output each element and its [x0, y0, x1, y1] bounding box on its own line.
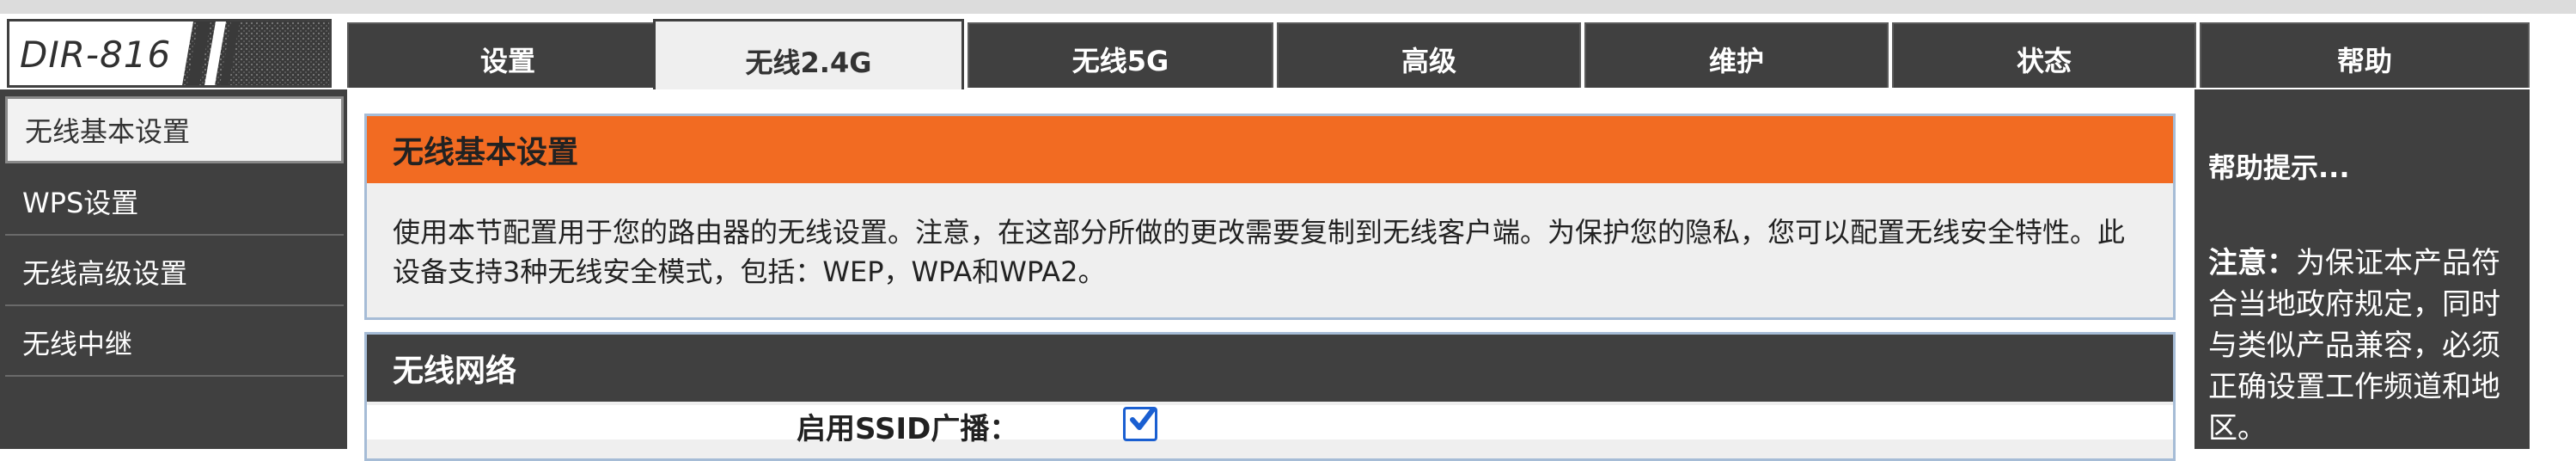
- tab-wireless-5g[interactable]: 无线5G: [968, 22, 1273, 88]
- sidebar-item-label: WPS设置: [22, 187, 139, 219]
- right-margin: [2530, 14, 2576, 449]
- help-note: 注意：为保证本产品符合当地政府规定，同时与类似产品兼容，必须正确设置工作频道和地…: [2208, 243, 2526, 449]
- tab-maintenance[interactable]: 维护: [1584, 22, 1889, 88]
- ssid-broadcast-row: 启用SSID广播：: [367, 405, 2173, 446]
- tab-label: 状态: [2016, 45, 2072, 77]
- tab-label: 维护: [1708, 45, 1764, 77]
- main-content: 无线基本设置 使用本节配置用于您的路由器的无线设置。注意，在这部分所做的更改需要…: [347, 89, 2194, 461]
- top-bar: [0, 0, 2576, 14]
- checkmark-icon: [1130, 407, 1156, 430]
- tab-label: 高级: [1401, 45, 1456, 77]
- tab-label: 设置: [479, 45, 535, 77]
- tab-label: 无线2.4G: [745, 46, 872, 79]
- tab-label: 无线5G: [1071, 45, 1169, 77]
- panel-title: 无线网络: [367, 335, 2173, 402]
- panel-description: 使用本节配置用于您的路由器的无线设置。注意，在这部分所做的更改需要复制到无线客户…: [393, 216, 2126, 288]
- panel-title: 无线基本设置: [367, 116, 2173, 183]
- tab-settings[interactable]: 设置: [347, 22, 668, 88]
- sidebar-item-label: 无线中继: [22, 328, 133, 360]
- tab-label: 帮助: [2336, 45, 2392, 77]
- logo-text: DIR-816: [20, 34, 172, 76]
- ssid-broadcast-label: 启用SSID广播：: [797, 412, 1019, 446]
- tab-help[interactable]: 帮助: [2200, 22, 2530, 88]
- tab-advanced[interactable]: 高级: [1277, 22, 1581, 88]
- sidebar-item-wireless-repeater[interactable]: 无线中继: [5, 310, 344, 377]
- sidebar-item-wps[interactable]: WPS设置: [5, 169, 344, 236]
- help-title: 帮助提示...: [2208, 151, 2350, 184]
- help-panel: 帮助提示... 注意：为保证本产品符合当地政府规定，同时与类似产品兼容，必须正确…: [2194, 89, 2530, 449]
- sidebar-item-wireless-basic[interactable]: 无线基本设置: [5, 96, 344, 163]
- tab-status[interactable]: 状态: [1892, 22, 2196, 88]
- sidebar-item-label: 无线基本设置: [25, 115, 191, 148]
- tab-wireless-24g[interactable]: 无线2.4G: [653, 19, 964, 89]
- wireless-network-panel: 无线网络 启用SSID广播：: [364, 332, 2176, 461]
- basic-settings-panel: 无线基本设置 使用本节配置用于您的路由器的无线设置。注意，在这部分所做的更改需要…: [364, 114, 2176, 320]
- sidebar-item-wireless-advanced[interactable]: 无线高级设置: [5, 239, 344, 306]
- logo: DIR-816: [7, 19, 332, 88]
- help-note-label: 注意：: [2208, 246, 2296, 280]
- sidebar: 无线基本设置 WPS设置 无线高级设置 无线中继: [0, 89, 347, 449]
- logo-stripes-icon: [178, 22, 329, 85]
- ssid-broadcast-checkbox[interactable]: [1123, 407, 1157, 441]
- sidebar-item-label: 无线高级设置: [22, 257, 188, 290]
